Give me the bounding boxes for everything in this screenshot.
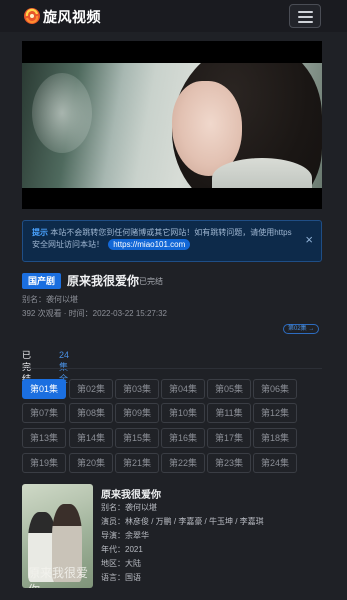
info-director: 导演：余翠华 xyxy=(101,531,149,540)
episode-button[interactable]: 第20集 xyxy=(69,453,113,473)
episode-button[interactable]: 第01集 xyxy=(22,379,66,399)
notice-link[interactable]: https://miao101.com xyxy=(108,239,191,250)
episode-button[interactable]: 第08集 xyxy=(69,403,113,423)
episode-button[interactable]: 第22集 xyxy=(161,453,205,473)
brand-name[interactable]: 旋风视频 xyxy=(43,7,101,27)
video-player[interactable] xyxy=(22,41,322,209)
info-region: 地区：大陆 xyxy=(101,559,141,568)
poster-image[interactable]: 原来我很爱你 xyxy=(22,484,93,588)
notice-banner: 提示 本站不会跳转您到任何赌博或其它网站！如有跳转问题，请使用https 安全网… xyxy=(22,220,322,262)
hamburger-menu-icon[interactable] xyxy=(289,4,321,28)
episode-button[interactable]: 第23集 xyxy=(207,453,251,473)
episode-button[interactable]: 第12集 xyxy=(253,403,297,423)
page-title: 原来我很爱你 xyxy=(67,274,140,288)
episode-button[interactable]: 第18集 xyxy=(253,428,297,448)
alias-text: 别名：袭何以堪 xyxy=(22,295,78,304)
info-title: 原来我很爱你 xyxy=(101,490,161,501)
episode-button[interactable]: 第13集 xyxy=(22,428,66,448)
episode-button[interactable]: 第06集 xyxy=(253,379,297,399)
episode-button[interactable]: 第19集 xyxy=(22,453,66,473)
episode-button[interactable]: 第10集 xyxy=(161,403,205,423)
info-actors: 演员：林彦俊 / 万鹏 / 李嘉豪 / 牛玉坤 / 李嘉琪 xyxy=(101,517,264,526)
episode-button[interactable]: 第05集 xyxy=(207,379,251,399)
episode-button[interactable]: 第03集 xyxy=(115,379,159,399)
view-time-meta: 392 次观看 · 时间：2022-03-22 15:27:32 xyxy=(22,309,167,318)
episode-button[interactable]: 第04集 xyxy=(161,379,205,399)
category-tag[interactable]: 国产剧 xyxy=(22,273,62,289)
episode-button[interactable]: 第15集 xyxy=(115,428,159,448)
poster-title: 原来我很爱你 xyxy=(28,566,89,588)
next-episode-badge[interactable]: 第02集 → xyxy=(283,324,320,334)
episode-button[interactable]: 第02集 xyxy=(69,379,113,399)
episode-button[interactable]: 第21集 xyxy=(115,453,159,473)
episode-button[interactable]: 第09集 xyxy=(115,403,159,423)
notice-prefix: 提示 xyxy=(32,228,48,237)
tab-divider xyxy=(22,368,322,369)
info-year: 年代：2021 xyxy=(101,545,143,554)
episode-button[interactable]: 第07集 xyxy=(22,403,66,423)
swirl-logo-icon[interactable] xyxy=(23,7,41,25)
video-frame xyxy=(22,63,322,188)
info-language: 语言：国语 xyxy=(101,573,141,582)
top-navbar: 旋风视频 xyxy=(0,0,347,32)
episode-button[interactable]: 第14集 xyxy=(69,428,113,448)
episode-button[interactable]: 第11集 xyxy=(207,403,251,423)
episode-button[interactable]: 第17集 xyxy=(207,428,251,448)
episode-button[interactable]: 第16集 xyxy=(161,428,205,448)
episode-button[interactable]: 第24集 xyxy=(253,453,297,473)
info-alias: 别名：袭何以堪 xyxy=(101,503,157,512)
status-label: 已完结 xyxy=(139,277,163,286)
close-icon[interactable]: × xyxy=(305,233,313,247)
